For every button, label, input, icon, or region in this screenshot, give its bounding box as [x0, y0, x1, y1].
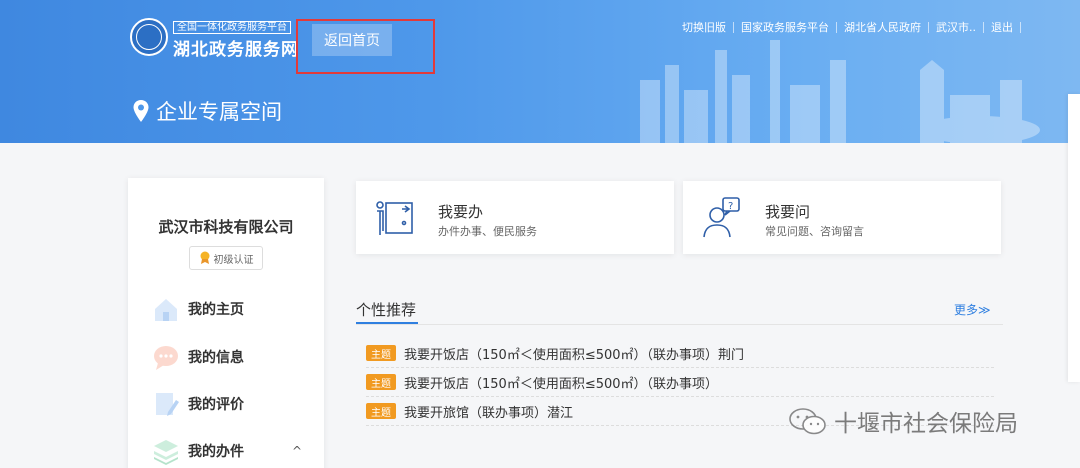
recommend-item-text[interactable]: 我要开旅馆（联办事项）潜江 — [404, 402, 573, 421]
sidebar-item-rating[interactable]: 我的评价 — [152, 390, 312, 418]
sidebar-item-home[interactable]: 我的主页 — [152, 295, 312, 323]
nav-divider — [733, 21, 734, 33]
chevron-up-icon[interactable]: ^ — [292, 444, 302, 458]
card-title: 我要办 — [438, 203, 484, 221]
company-name: 武汉市科技有限公司 — [158, 218, 294, 236]
active-tab-underline — [356, 322, 418, 324]
recommend-item-text[interactable]: 我要开饭店（150㎡＜使用面积≤500㎡）（联办事项）荆门 — [404, 344, 744, 363]
card-handle-service[interactable]: 我要办 办件办事、便民服务 — [356, 181, 674, 254]
cert-badge: 初级认证 — [189, 246, 263, 270]
question-person-icon: ? — [703, 197, 740, 238]
edit-icon — [156, 393, 179, 416]
recommend-heading: 个性推荐 — [356, 301, 417, 319]
logo-subtitle: 全国一体化政务服务平台 — [173, 21, 291, 34]
watermark-text: 十堰市社会保险局 — [834, 411, 1018, 437]
card-ask-question[interactable]: ? 我要问 常见问题、咨询留言 — [683, 181, 1001, 254]
medal-icon — [200, 251, 209, 264]
site-logo[interactable] — [130, 18, 168, 56]
service-desk-icon — [376, 201, 413, 235]
nav-national-platform[interactable]: 国家政务服务平台 — [741, 19, 829, 35]
recommend-item-text[interactable]: 我要开饭店（150㎡＜使用面积≤500㎡）（联办事项） — [404, 373, 718, 392]
sidebar-item-label: 我的主页 — [188, 302, 244, 318]
sidebar-item-label: 我的办件 — [188, 444, 244, 460]
highlight-annotation — [296, 19, 435, 74]
card-subtitle: 常见问题、咨询留言 — [765, 225, 864, 238]
divider — [356, 324, 1003, 325]
nav-divider — [983, 21, 984, 33]
profile-sidebar: 武汉市科技有限公司 初级认证 我的主页 我的信息 我的评价 我的办件 ^ — [128, 178, 324, 468]
recommend-item[interactable]: 主题 我要开饭店（150㎡＜使用面积≤500㎡）（联办事项） — [366, 368, 994, 397]
nav-logout[interactable]: 退出 — [991, 19, 1013, 35]
space-title: 企业专属空间 — [132, 96, 282, 126]
cert-label: 初级认证 — [213, 254, 254, 266]
nav-divider — [928, 21, 929, 33]
home-icon — [155, 299, 177, 321]
wechat-icon — [789, 408, 826, 435]
topic-tag: 主题 — [366, 374, 396, 390]
more-link[interactable]: 更多≫ — [954, 301, 991, 318]
topic-tag: 主题 — [366, 345, 396, 361]
chat-icon — [154, 346, 178, 370]
location-pin-icon — [133, 100, 149, 122]
sidebar-item-cases[interactable]: 我的办件 ^ — [152, 437, 312, 465]
sidebar-item-info[interactable]: 我的信息 — [152, 343, 312, 371]
header-banner: 全国一体化政务服务平台 湖北政务服务网 返回首页 切换旧版 国家政务服务平台 湖… — [0, 0, 1080, 143]
sidebar-item-label: 我的评价 — [188, 397, 244, 413]
floating-side-panel[interactable] — [1068, 94, 1080, 382]
top-nav: 切换旧版 国家政务服务平台 湖北省人民政府 武汉市.. 退出 — [682, 19, 1028, 35]
card-title: 我要问 — [765, 203, 811, 221]
recommend-item[interactable]: 主题 我要开饭店（150㎡＜使用面积≤500㎡）（联办事项）荆门 — [366, 339, 994, 368]
nav-switch-old[interactable]: 切换旧版 — [682, 19, 726, 35]
nav-divider — [1020, 21, 1021, 33]
nav-city[interactable]: 武汉市.. — [936, 19, 976, 35]
topic-tag: 主题 — [366, 403, 396, 419]
sidebar-item-label: 我的信息 — [188, 350, 244, 366]
nav-hubei-gov[interactable]: 湖北省人民政府 — [844, 19, 921, 35]
layers-icon — [154, 440, 178, 465]
space-title-text: 企业专属空间 — [156, 100, 282, 124]
nav-divider — [836, 21, 837, 33]
card-subtitle: 办件办事、便民服务 — [438, 225, 537, 238]
watermark: 十堰市社会保险局 — [788, 404, 1018, 438]
svg-text:?: ? — [728, 201, 733, 212]
site-title[interactable]: 湖北政务服务网 — [173, 35, 299, 60]
